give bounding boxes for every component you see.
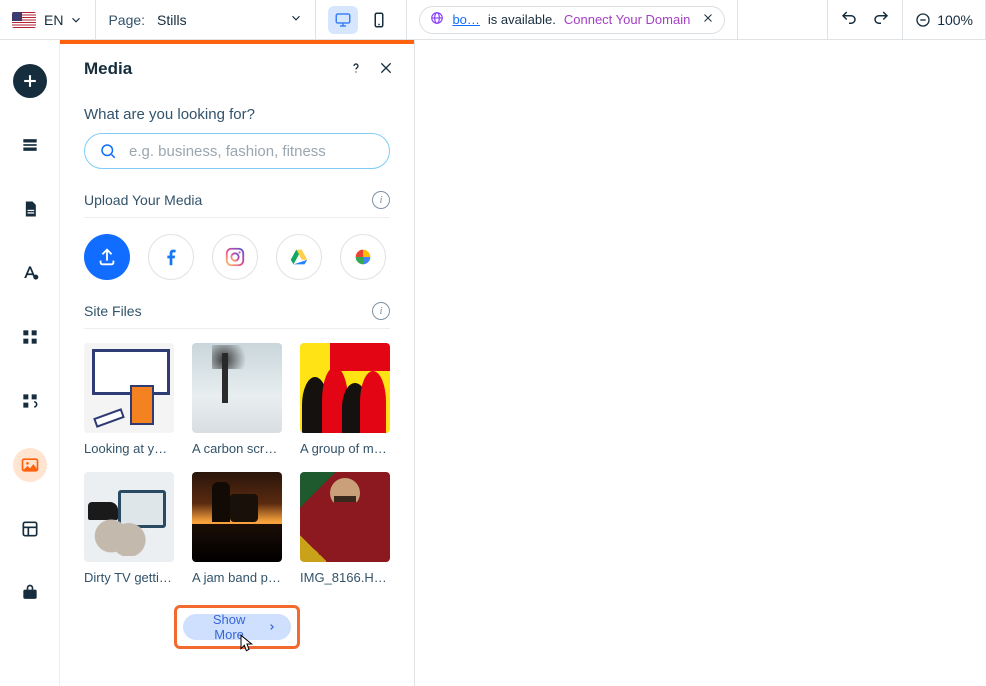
upload-section: Upload Your Media i bbox=[84, 191, 390, 284]
domain-available-text: is available. bbox=[488, 12, 556, 27]
sections-button[interactable] bbox=[13, 128, 47, 162]
history-controls bbox=[828, 0, 903, 39]
search-field[interactable] bbox=[84, 133, 390, 169]
close-panel-button[interactable] bbox=[378, 60, 394, 79]
file-thumbnail[interactable] bbox=[84, 343, 174, 433]
language-code: EN bbox=[44, 12, 63, 28]
page-label: Page: bbox=[108, 12, 145, 28]
chevron-right-icon bbox=[267, 622, 277, 632]
info-icon[interactable]: i bbox=[372, 191, 390, 209]
chevron-down-icon bbox=[69, 13, 83, 27]
file-caption: A group of m… bbox=[300, 441, 390, 456]
domain-banner: bo… is available. Connect Your Domain bbox=[407, 0, 738, 39]
search-prompt: What are you looking for? bbox=[84, 106, 390, 123]
search-icon bbox=[99, 142, 117, 160]
upload-instagram-button[interactable] bbox=[212, 234, 258, 280]
business-button[interactable] bbox=[13, 576, 47, 610]
search-input[interactable] bbox=[127, 142, 375, 161]
file-item[interactable]: IMG_8166.HEIC bbox=[300, 472, 390, 585]
apps-button[interactable] bbox=[13, 320, 47, 354]
panel-title: Media bbox=[84, 59, 334, 79]
editor-canvas[interactable] bbox=[415, 40, 986, 686]
site-files-title: Site Files bbox=[84, 303, 142, 319]
file-item[interactable]: Looking at yo… bbox=[84, 343, 174, 456]
pages-button[interactable] bbox=[13, 192, 47, 226]
file-caption: Looking at yo… bbox=[84, 441, 174, 456]
file-item[interactable]: A group of m… bbox=[300, 343, 390, 456]
file-thumbnail[interactable] bbox=[192, 472, 282, 562]
file-item[interactable]: A jam band pl… bbox=[192, 472, 282, 585]
site-files-section: Site Files i Looking at yo… A carbon scr… bbox=[84, 302, 390, 649]
file-thumbnail[interactable] bbox=[300, 343, 390, 433]
desktop-device-button[interactable] bbox=[328, 6, 358, 34]
domain-name[interactable]: bo… bbox=[452, 12, 479, 27]
file-caption: A jam band pl… bbox=[192, 570, 282, 585]
widgets-button[interactable] bbox=[13, 384, 47, 418]
upload-device-button[interactable] bbox=[84, 234, 130, 280]
panel-header: Media bbox=[60, 44, 414, 94]
show-more-highlight: Show More bbox=[174, 605, 300, 649]
connect-domain-link[interactable]: Connect Your Domain bbox=[564, 12, 690, 27]
help-button[interactable] bbox=[348, 60, 364, 79]
topbar-spacer bbox=[738, 0, 828, 39]
us-flag-icon bbox=[12, 12, 36, 28]
media-button[interactable] bbox=[13, 448, 47, 482]
files-grid: Looking at yo… A carbon scru… A group of… bbox=[84, 329, 390, 585]
info-icon[interactable]: i bbox=[372, 302, 390, 320]
page-selector[interactable]: Page: Stills bbox=[96, 0, 316, 39]
upload-google-drive-button[interactable] bbox=[276, 234, 322, 280]
chevron-down-icon bbox=[289, 11, 303, 28]
file-item[interactable]: A carbon scru… bbox=[192, 343, 282, 456]
file-thumbnail[interactable] bbox=[84, 472, 174, 562]
layout-button[interactable] bbox=[13, 512, 47, 546]
theme-button[interactable] bbox=[13, 256, 47, 290]
file-item[interactable]: Dirty TV getti… bbox=[84, 472, 174, 585]
file-caption: Dirty TV getti… bbox=[84, 570, 174, 585]
undo-button[interactable] bbox=[840, 9, 858, 30]
cursor-icon bbox=[239, 634, 255, 654]
page-name: Stills bbox=[157, 12, 187, 28]
show-more-button[interactable]: Show More bbox=[183, 614, 291, 640]
media-panel: Media What are you looking for? Upload Y… bbox=[60, 40, 415, 686]
globe-icon bbox=[430, 11, 444, 28]
device-switch bbox=[316, 0, 407, 39]
close-icon[interactable] bbox=[702, 12, 714, 27]
upload-facebook-button[interactable] bbox=[148, 234, 194, 280]
mobile-device-button[interactable] bbox=[364, 6, 394, 34]
upload-google-photos-button[interactable] bbox=[340, 234, 386, 280]
zoom-value: 100% bbox=[937, 12, 973, 28]
zoom-control[interactable]: 100% bbox=[903, 0, 986, 39]
panel-body[interactable]: What are you looking for? Upload Your Me… bbox=[60, 94, 414, 686]
zoom-out-icon bbox=[915, 12, 931, 28]
file-thumbnail[interactable] bbox=[300, 472, 390, 562]
redo-button[interactable] bbox=[872, 9, 890, 30]
file-caption: IMG_8166.HEIC bbox=[300, 570, 390, 585]
left-toolbar bbox=[0, 40, 60, 686]
file-caption: A carbon scru… bbox=[192, 441, 282, 456]
language-switcher[interactable]: EN bbox=[0, 0, 96, 39]
file-thumbnail[interactable] bbox=[192, 343, 282, 433]
upload-title: Upload Your Media bbox=[84, 192, 202, 208]
add-element-button[interactable] bbox=[13, 64, 47, 98]
top-bar: EN Page: Stills bo… is available. Connec… bbox=[0, 0, 986, 40]
